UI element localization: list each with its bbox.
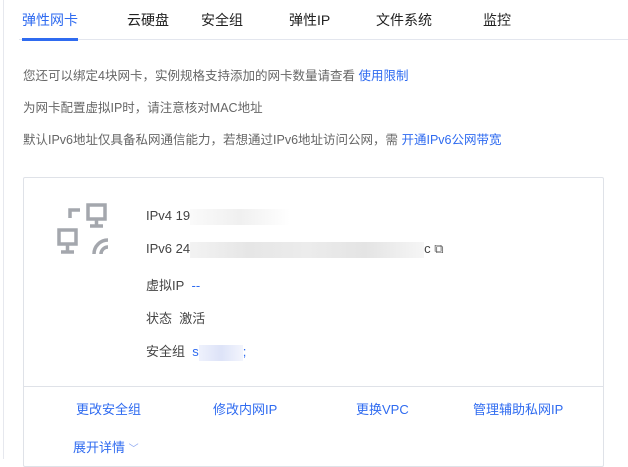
copy-icon[interactable]: ⧉ [434,241,443,256]
note-text: 默认IPv6地址仅具备私网通信能力，若想通过IPv6地址访问公网，需 [23,133,402,147]
security-group-row: 安全组 s; [146,341,246,361]
redacted-block [198,344,243,361]
eni-card: IPv4 19 IPv6 24 c ⧉ 虚拟IP -- 状态 激活 安全组 s; … [23,177,604,467]
manage-secondary-ip-button[interactable]: 管理辅助私网IP [473,399,563,418]
tab-filesystem[interactable]: 文件系统 [376,10,432,30]
change-security-group-button[interactable]: 更改安全组 [76,399,141,418]
status-value: 激活 [179,311,206,326]
note-mac: 为网卡配置虚拟IP时，请注意核对MAC地址 [23,101,263,115]
tab-eni[interactable]: 弹性网卡 [22,10,78,41]
enable-ipv6-link[interactable]: 开通IPv6公网带宽 [402,133,502,147]
tab-disk[interactable]: 云硬盘 [127,10,169,30]
ipv6-row: IPv6 24 c ⧉ [146,241,444,258]
status-row: 状态 激活 [146,308,205,327]
sg-suffix: ; [242,344,247,359]
expand-details-button[interactable]: 展开详情 ﹀ [73,437,139,456]
status-label: 状态 [146,311,173,326]
page-border [3,0,4,459]
redacted-block [190,241,425,258]
tab-monitor[interactable]: 监控 [483,10,511,30]
expand-label: 展开详情 [73,440,126,455]
note-bind-limit: 您还可以绑定4块网卡，实例规格支持添加的网卡数量请查看 使用限制 [23,65,408,84]
ipv6-value: IPv6 24 [146,241,191,256]
modify-private-ip-button[interactable]: 修改内网IP [213,399,277,418]
network-interface-icon [57,203,109,255]
ipv4-row: IPv4 19 [146,208,291,225]
note-text: 您还可以绑定4块网卡，实例规格支持添加的网卡数量请查看 [23,69,359,83]
sg-label: 安全组 [146,344,186,359]
redacted-block [190,208,291,225]
ipv4-value: IPv4 19 [146,208,191,223]
vip-value: -- [191,278,201,293]
tab-bar: 弹性网卡 云硬盘 安全组 弹性IP 文件系统 监控 [19,0,628,41]
change-vpc-button[interactable]: 更换VPC [356,399,409,418]
tab-security-group[interactable]: 安全组 [201,10,243,30]
chevron-down-icon: ﹀ [128,444,139,455]
usage-limit-link[interactable]: 使用限制 [358,69,408,83]
note-ipv6: 默认IPv6地址仅具备私网通信能力，若想通过IPv6地址访问公网，需 开通IPv… [23,129,502,148]
tab-eip[interactable]: 弹性IP [289,10,330,30]
ipv6-suffix: c [424,241,431,256]
divider [24,386,603,387]
vip-label: 虚拟IP [146,278,185,293]
vip-row: 虚拟IP -- [146,275,200,294]
